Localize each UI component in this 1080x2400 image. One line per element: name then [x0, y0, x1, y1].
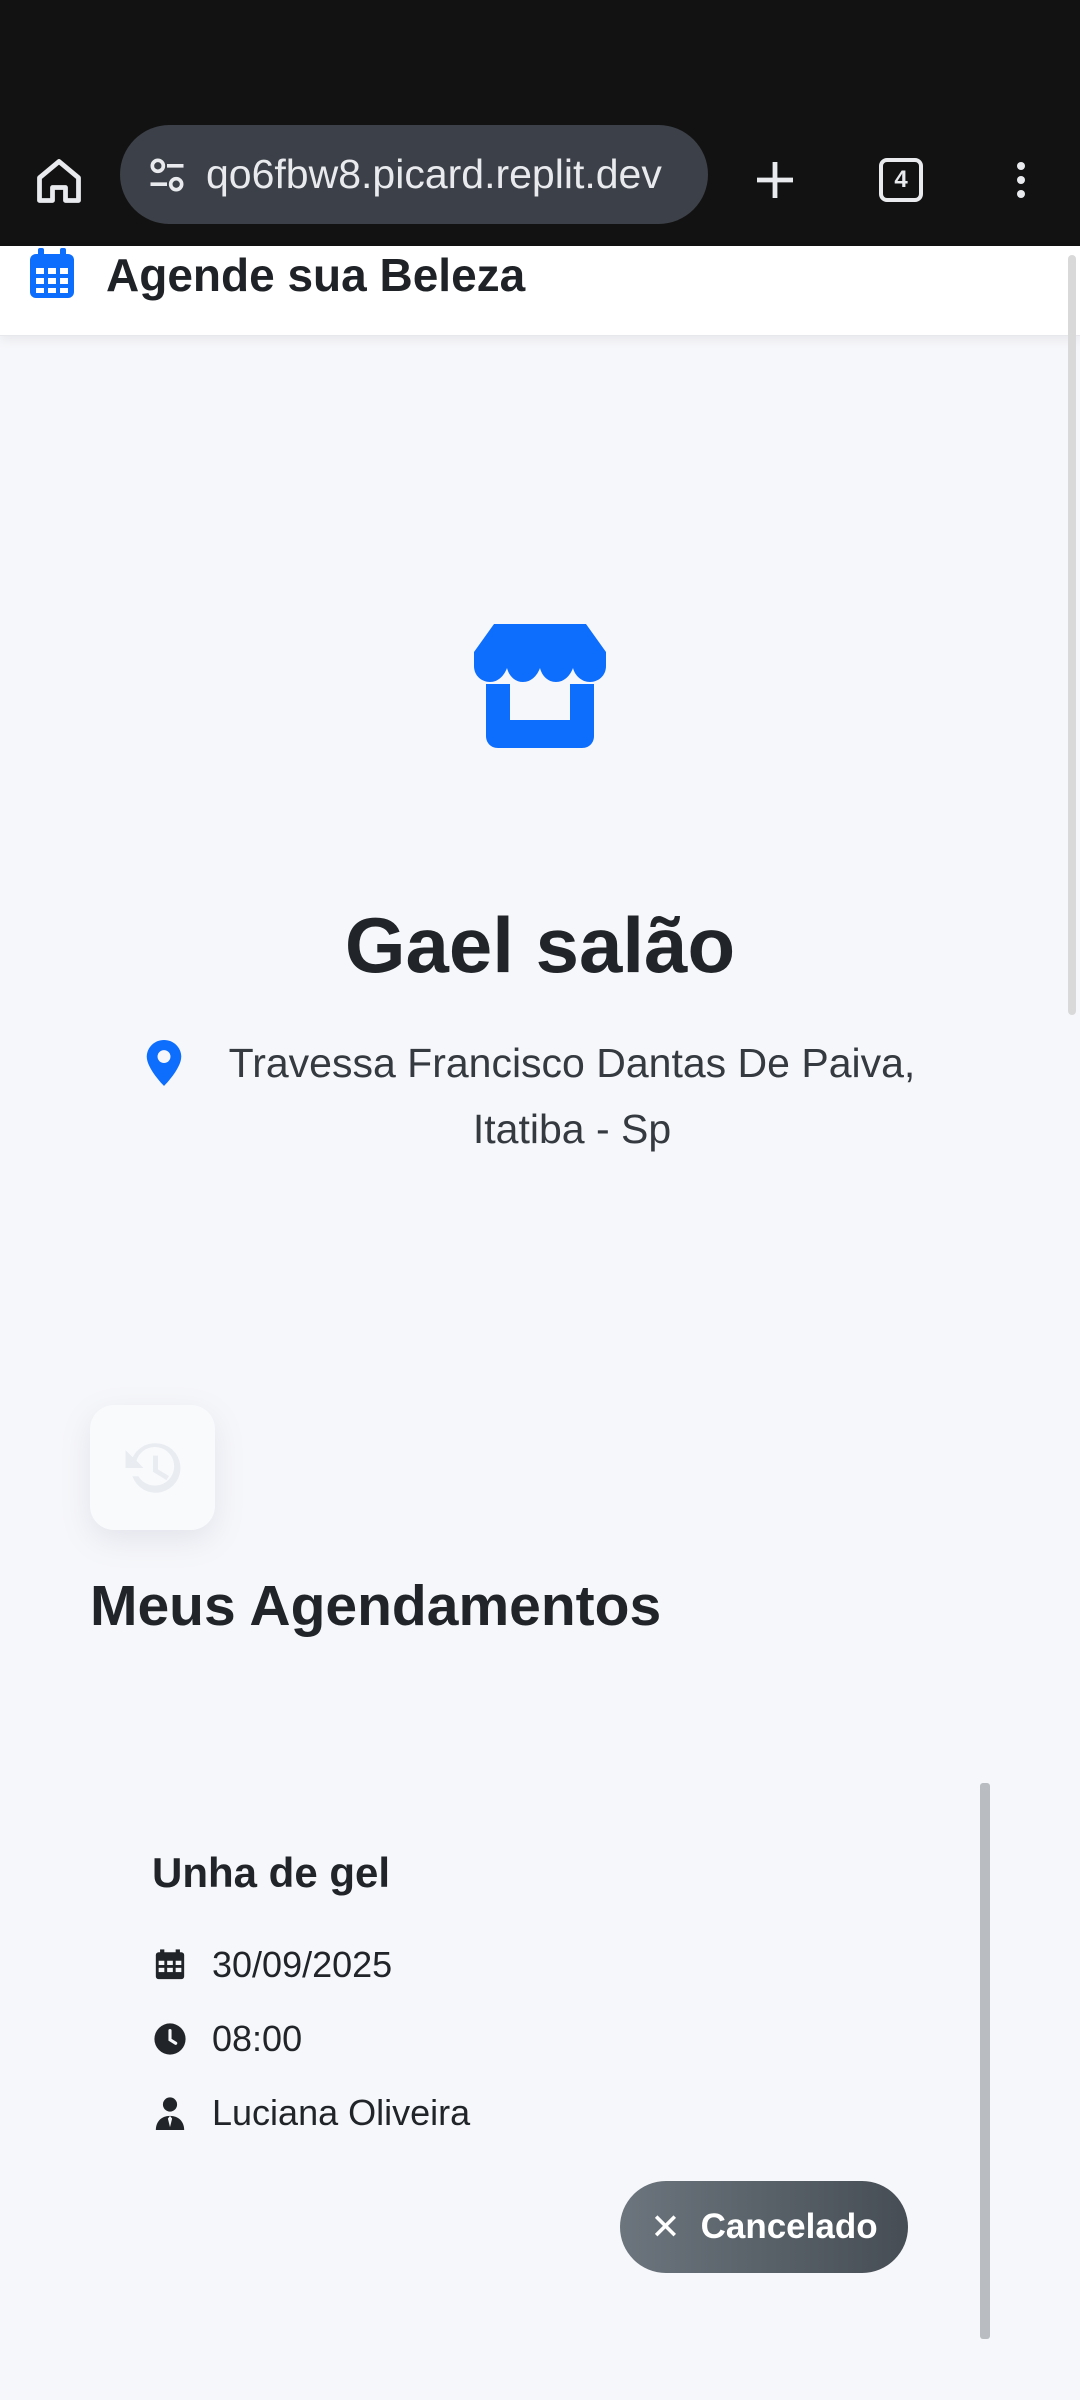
calendar-icon: [30, 248, 74, 298]
tune-icon: [150, 158, 184, 192]
address-bar[interactable]: qo6fbw8.picard.replit.dev: [120, 125, 708, 224]
home-button[interactable]: [24, 146, 94, 216]
browser-toolbar: qo6fbw8.picard.replit.dev 4: [0, 112, 1080, 246]
calendar-icon: [152, 1947, 188, 1983]
home-icon: [37, 159, 81, 203]
url-text[interactable]: qo6fbw8.picard.replit.dev: [206, 125, 692, 224]
location-pin-icon: [146, 1040, 182, 1086]
person-tie-icon: [152, 2095, 188, 2131]
section-title: Meus Agendamentos: [90, 1574, 662, 1638]
more-vert-icon: [1017, 162, 1025, 198]
tab-count: 4: [879, 158, 923, 202]
system-status-bar: [0, 0, 1080, 112]
appointment-date-row: 30/09/2025: [152, 1940, 392, 1990]
browser-menu-button[interactable]: [986, 145, 1056, 215]
new-tab-button[interactable]: [740, 145, 810, 215]
plus-icon: [757, 162, 793, 198]
appointment-professional-row: Luciana Oliveira: [152, 2088, 470, 2138]
history-icon-box: [90, 1405, 215, 1530]
close-icon: ✕: [650, 2206, 681, 2247]
status-badge: ✕ Cancelado: [620, 2181, 908, 2273]
tab-switcher-button[interactable]: 4: [866, 145, 936, 215]
clock-icon: [152, 2021, 188, 2057]
service-name: Unha de gel: [152, 1849, 391, 1896]
address-text: Travessa Francisco Dantas De Paiva, Itat…: [228, 1040, 916, 1152]
history-icon: [125, 1442, 180, 1493]
brand-title[interactable]: Agende sua Beleza: [106, 246, 525, 304]
store-icon: [474, 624, 606, 748]
salon-address: Travessa Francisco Dantas De Paiva, Itat…: [130, 1030, 950, 1162]
appointment-card: Unha de gel 30/09/2025 08:00 Luciana Oli…: [90, 1783, 990, 2339]
status-label: Cancelado: [700, 2207, 878, 2246]
appointment-date: 30/09/2025: [212, 1944, 393, 1985]
appointment-professional: Luciana Oliveira: [212, 2092, 471, 2133]
salon-name: Gael salão: [344, 901, 736, 989]
app-header: Agende sua Beleza: [0, 246, 1080, 336]
card-border: [980, 1783, 990, 2339]
appointment-time: 08:00: [212, 2018, 303, 2059]
site-info-button[interactable]: [136, 144, 198, 206]
appointment-time-row: 08:00: [152, 2014, 302, 2064]
